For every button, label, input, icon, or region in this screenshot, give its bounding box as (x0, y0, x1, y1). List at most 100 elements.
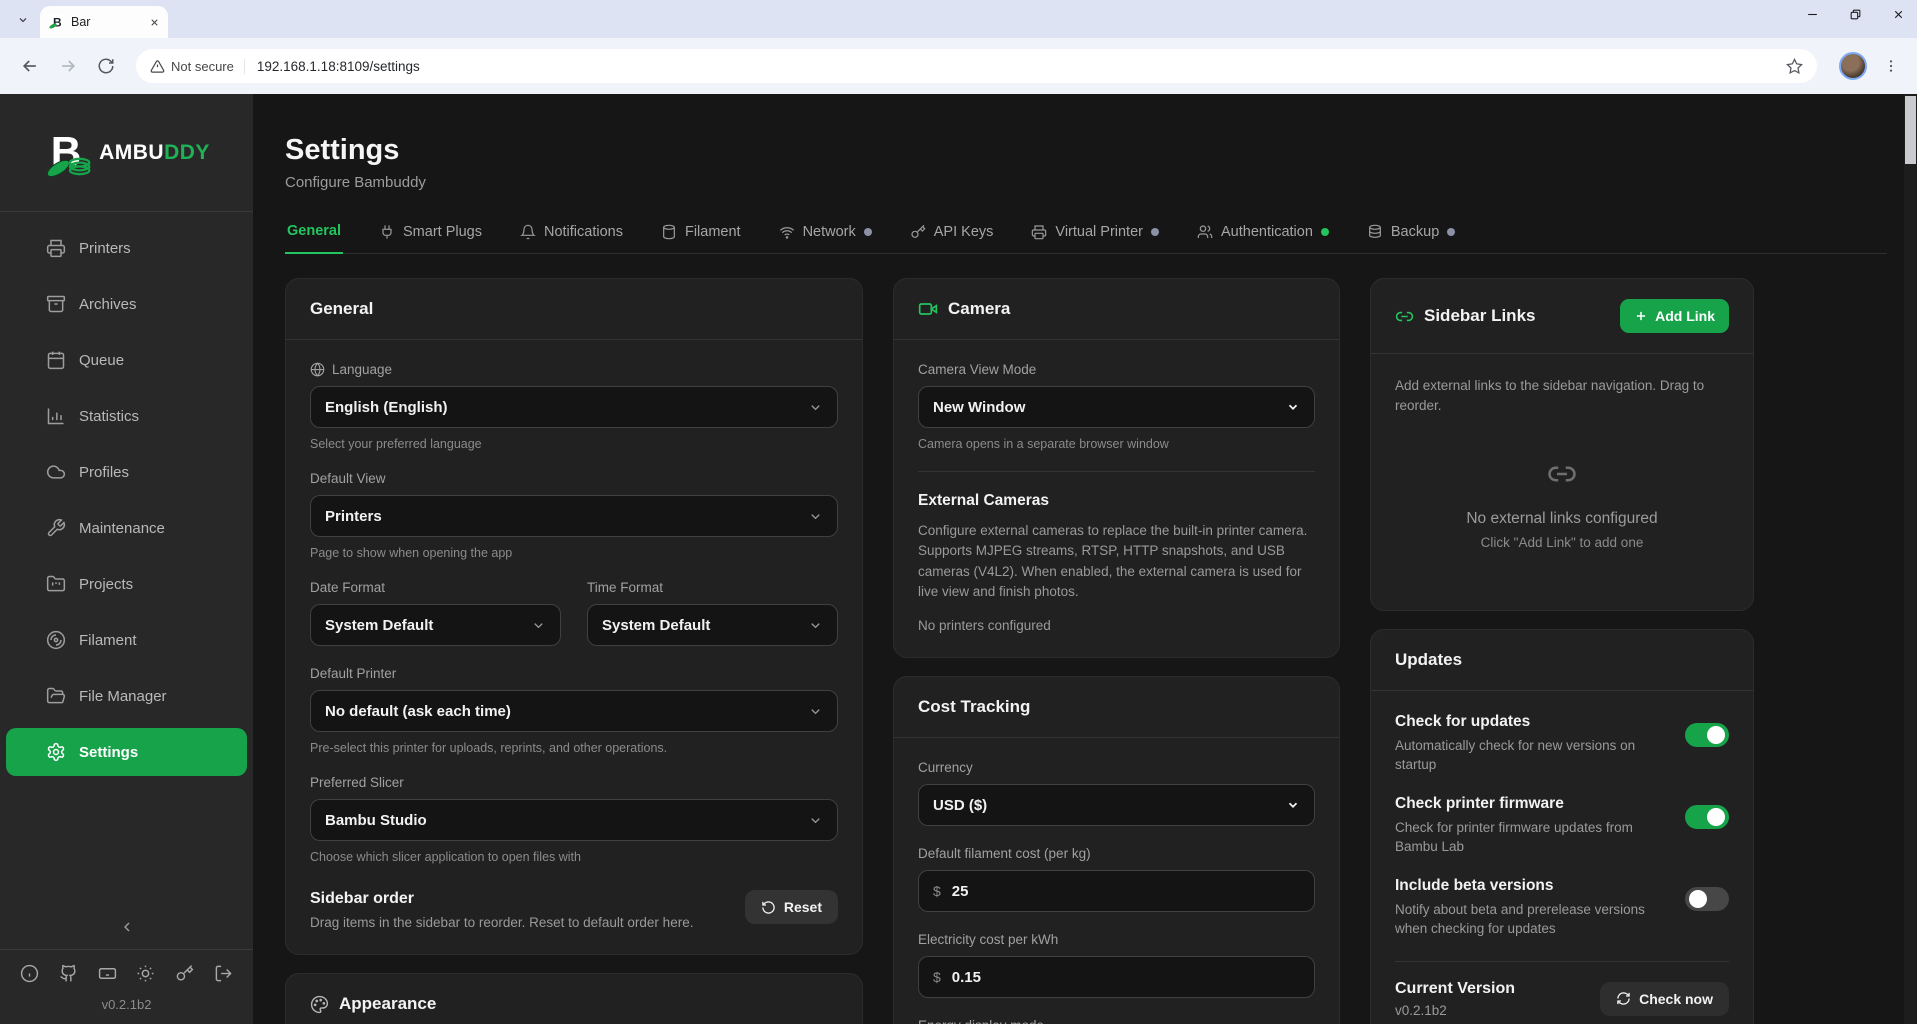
browser-toolbar: Not secure 192.168.1.18:8109/settings (0, 38, 1917, 94)
palette-icon (310, 995, 329, 1014)
theme-toggle-button[interactable] (136, 964, 155, 983)
settings-tabs: General Smart Plugs Notifications Filame… (285, 219, 1887, 254)
time-format-select[interactable]: System Default (587, 604, 838, 646)
sidebar-collapse-button[interactable] (0, 905, 253, 949)
folder-kanban-icon (46, 574, 66, 594)
sidebar-item-maintenance[interactable]: Maintenance (6, 504, 247, 552)
link-icon (1547, 459, 1577, 489)
preferred-slicer-select[interactable]: Bambu Studio (310, 799, 838, 841)
github-button[interactable] (59, 964, 78, 983)
keyboard-icon (98, 964, 117, 983)
electricity-cost-label: Electricity cost per kWh (918, 932, 1315, 947)
tab-authentication[interactable]: Authentication (1195, 219, 1331, 253)
reset-sidebar-order-button[interactable]: Reset (745, 890, 838, 924)
default-printer-helper: Pre-select this printer for uploads, rep… (310, 741, 838, 755)
url-text[interactable]: 192.168.1.18:8109/settings (253, 59, 1778, 74)
panel-title: Sidebar Links (1424, 306, 1535, 326)
sidebar-item-settings[interactable]: Settings (6, 728, 247, 776)
check-now-button[interactable]: Check now (1600, 982, 1729, 1016)
address-bar[interactable]: Not secure 192.168.1.18:8109/settings (136, 49, 1817, 83)
sidebar-item-label: Projects (79, 576, 133, 593)
panel-title: General (310, 299, 373, 319)
keyboard-shortcuts-button[interactable] (98, 964, 117, 983)
sidebar-item-projects[interactable]: Projects (6, 560, 247, 608)
general-panel: General Language English (English) S (285, 278, 863, 955)
sidebar-item-label: Settings (79, 744, 138, 761)
browser-chrome: B Bar Not secure 192.168.1.18:8109/setti… (0, 0, 1917, 94)
settings-page: Settings Configure Bambuddy General Smar… (253, 94, 1917, 1024)
window-restore-button[interactable] (1849, 8, 1862, 26)
scrollbar-thumb[interactable] (1905, 96, 1916, 164)
tab-search-button[interactable] (10, 7, 36, 33)
check-printer-firmware-toggle[interactable] (1685, 805, 1729, 829)
filament-cost-input[interactable]: $ 25 (918, 870, 1315, 912)
links-empty-subtitle: Click "Add Link" to add one (1395, 535, 1729, 550)
bookmark-star-icon[interactable] (1786, 58, 1803, 75)
info-button[interactable] (20, 964, 39, 983)
chevron-down-icon (1286, 798, 1300, 812)
reload-button[interactable] (90, 50, 122, 82)
tab-backup[interactable]: Backup (1365, 219, 1457, 253)
panel-title: Updates (1395, 650, 1462, 670)
chevron-down-icon (808, 509, 823, 524)
panel-title: Camera (948, 299, 1010, 319)
logout-button[interactable] (214, 964, 233, 983)
include-beta-versions-toggle[interactable] (1685, 887, 1729, 911)
current-version-title: Current Version (1395, 980, 1515, 998)
profile-avatar[interactable] (1839, 52, 1867, 80)
default-printer-label: Default Printer (310, 666, 838, 681)
sidebar-item-statistics[interactable]: Statistics (6, 392, 247, 440)
currency-prefix: $ (933, 883, 941, 899)
sidebar-item-printers[interactable]: Printers (6, 224, 247, 272)
default-printer-select[interactable]: No default (ask each time) (310, 690, 838, 732)
calendar-icon (46, 350, 66, 370)
folder-open-icon (46, 686, 66, 706)
add-link-button[interactable]: Add Link (1620, 299, 1729, 333)
links-empty-state: No external links configured Click "Add … (1395, 417, 1729, 586)
tab-network[interactable]: Network (777, 219, 874, 253)
check-printer-firmware-row: Check printer firmware Check for printer… (1395, 795, 1729, 857)
api-key-button[interactable] (175, 964, 194, 983)
tab-virtual-printer[interactable]: Virtual Printer (1029, 219, 1161, 253)
check-for-updates-toggle[interactable] (1685, 723, 1729, 747)
tab-strip: B Bar (0, 0, 1917, 38)
tab-smart-plugs[interactable]: Smart Plugs (377, 219, 484, 253)
back-button[interactable] (14, 50, 46, 82)
default-view-helper: Page to show when opening the app (310, 546, 838, 560)
tab-api-keys[interactable]: API Keys (908, 219, 996, 253)
tab-notifications[interactable]: Notifications (518, 219, 625, 253)
forward-button[interactable] (52, 50, 84, 82)
camera-view-mode-select[interactable]: New Window (918, 386, 1315, 428)
sidebar-item-label: Profiles (79, 464, 129, 481)
info-icon (20, 964, 39, 983)
key-icon (175, 964, 194, 983)
language-select[interactable]: English (English) (310, 386, 838, 428)
sidebar-item-queue[interactable]: Queue (6, 336, 247, 384)
links-description: Add external links to the sidebar naviga… (1395, 376, 1729, 417)
security-chip[interactable]: Not secure (150, 59, 245, 74)
electricity-cost-input[interactable]: $ 0.15 (918, 956, 1315, 998)
date-format-select[interactable]: System Default (310, 604, 561, 646)
favicon-bambuddy-icon: B (48, 14, 64, 30)
sidebar-item-archives[interactable]: Archives (6, 280, 247, 328)
video-camera-icon (918, 299, 938, 319)
panel-title: Appearance (339, 994, 436, 1014)
tab-general[interactable]: General (285, 219, 343, 254)
browser-tab[interactable]: B Bar (40, 6, 168, 38)
tab-filament[interactable]: Filament (659, 219, 743, 253)
tab-close-icon[interactable] (149, 17, 160, 28)
browser-menu-button[interactable] (1879, 54, 1903, 78)
sidebar-item-filament[interactable]: Filament (6, 616, 247, 664)
chevron-down-icon (531, 618, 546, 633)
sidebar-item-file-manager[interactable]: File Manager (6, 672, 247, 720)
sidebar-item-label: Statistics (79, 408, 139, 425)
window-minimize-button[interactable] (1806, 8, 1819, 26)
currency-select[interactable]: USD ($) (918, 784, 1315, 826)
window-close-button[interactable] (1892, 8, 1905, 26)
page-scrollbar[interactable] (1904, 94, 1917, 1024)
links-empty-title: No external links configured (1395, 510, 1729, 528)
sidebar-order-title: Sidebar order (310, 890, 693, 908)
default-view-select[interactable]: Printers (310, 495, 838, 537)
chevron-down-icon (808, 813, 823, 828)
sidebar-item-profiles[interactable]: Profiles (6, 448, 247, 496)
